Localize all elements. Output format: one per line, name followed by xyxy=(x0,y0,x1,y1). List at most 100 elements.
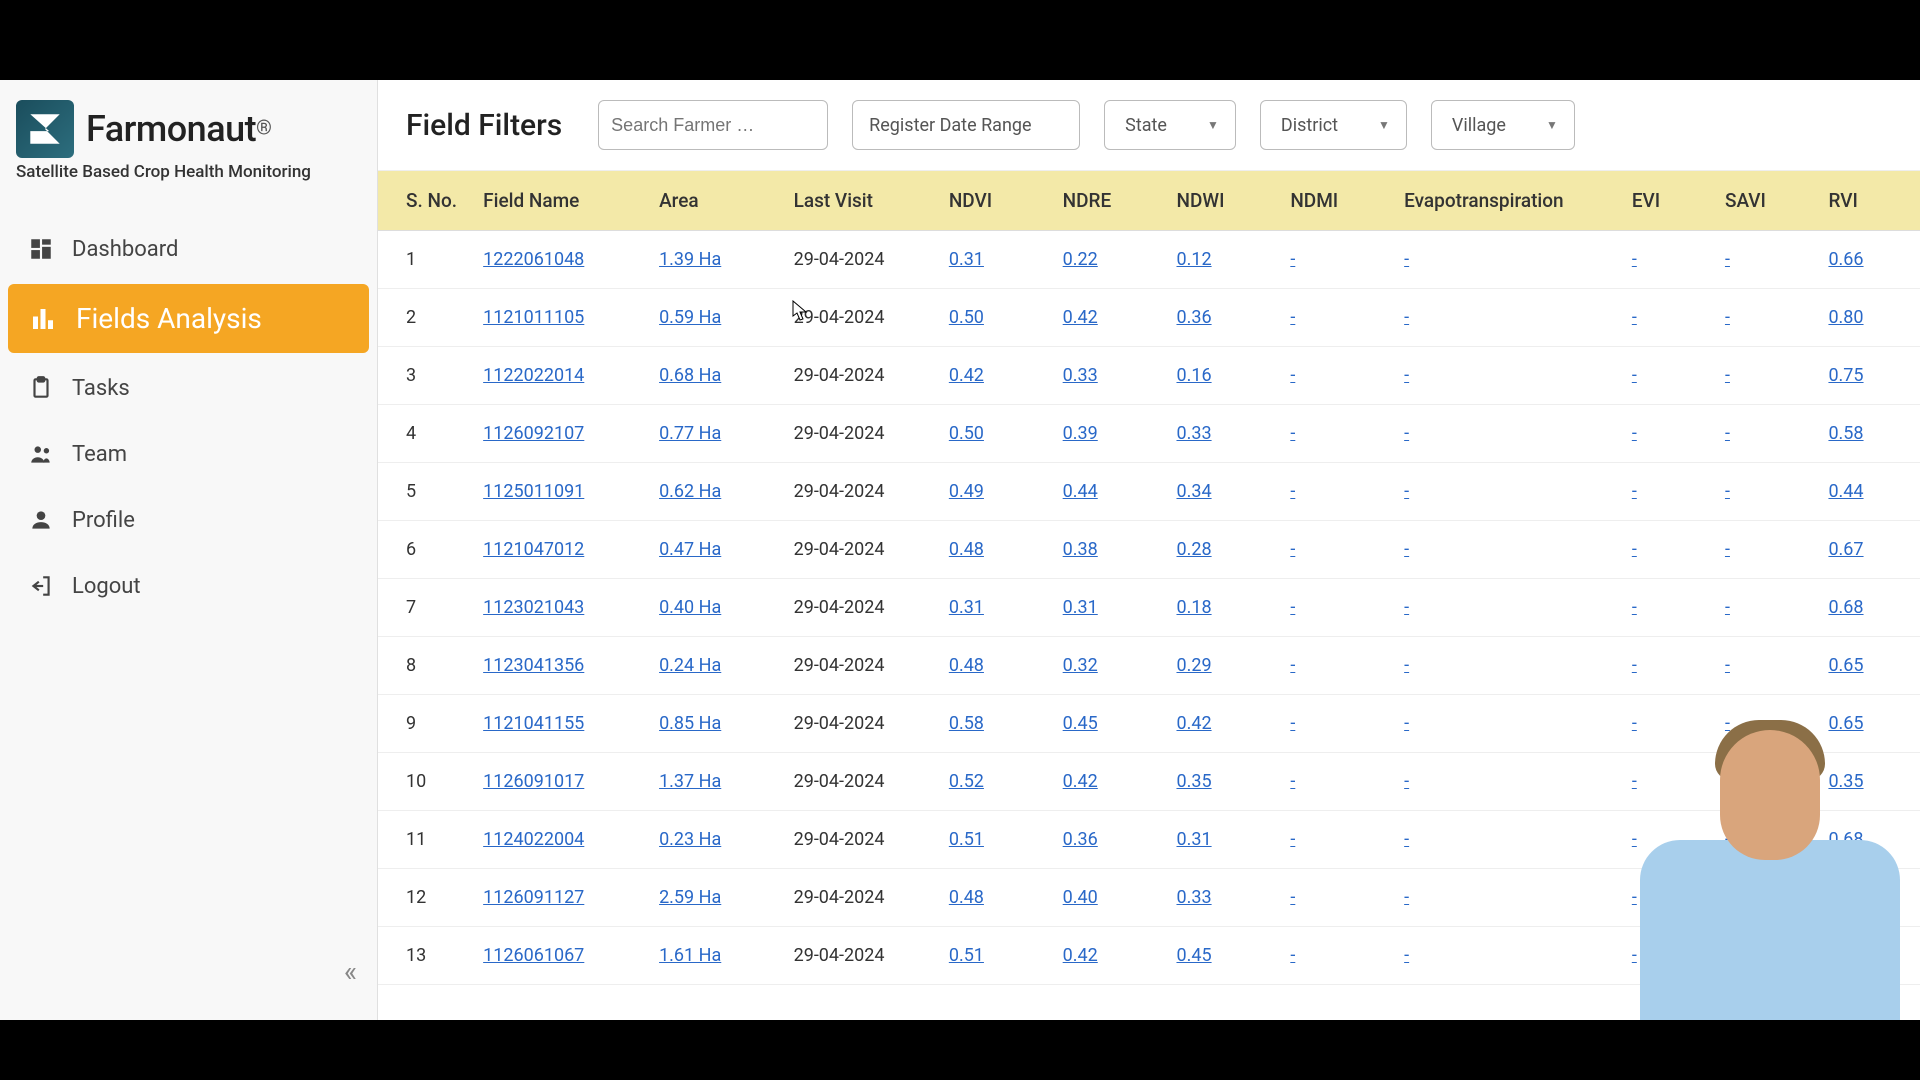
register-date-range-input[interactable]: Register Date Range xyxy=(852,100,1080,150)
cell-evi[interactable]: - xyxy=(1620,405,1713,463)
cell-evi[interactable]: - xyxy=(1620,289,1713,347)
cell-evapo[interactable]: - xyxy=(1392,521,1620,579)
cell-field-name[interactable]: 1121047012 xyxy=(471,521,647,579)
cell-ndmi[interactable]: - xyxy=(1278,637,1392,695)
district-dropdown[interactable]: District ▼ xyxy=(1260,100,1407,150)
cell-ndmi[interactable]: - xyxy=(1278,289,1392,347)
cell-field-name[interactable]: 1124022004 xyxy=(471,811,647,869)
cell-evapo[interactable]: - xyxy=(1392,405,1620,463)
cell-ndmi[interactable]: - xyxy=(1278,695,1392,753)
cell-ndre[interactable]: 0.44 xyxy=(1051,463,1165,521)
col-savi[interactable]: SAVI xyxy=(1713,171,1816,231)
sidebar-item-dashboard[interactable]: Dashboard xyxy=(8,218,369,280)
col-sno[interactable]: S. No. xyxy=(378,171,471,231)
cell-ndvi[interactable]: 0.51 xyxy=(937,927,1051,985)
cell-evapo[interactable]: - xyxy=(1392,579,1620,637)
cell-ndwi[interactable]: 0.33 xyxy=(1164,869,1278,927)
cell-evi[interactable]: - xyxy=(1620,521,1713,579)
col-ndvi[interactable]: NDVI xyxy=(937,171,1051,231)
cell-ndwi[interactable]: 0.16 xyxy=(1164,347,1278,405)
search-farmer-input[interactable] xyxy=(611,115,843,136)
cell-ndvi[interactable]: 0.48 xyxy=(937,521,1051,579)
cell-ndwi[interactable]: 0.12 xyxy=(1164,231,1278,289)
cell-ndre[interactable]: 0.33 xyxy=(1051,347,1165,405)
cell-rvi[interactable]: 0.67 xyxy=(1816,521,1920,579)
cell-evapo[interactable]: - xyxy=(1392,463,1620,521)
cell-evapo[interactable]: - xyxy=(1392,637,1620,695)
cell-ndwi[interactable]: 0.34 xyxy=(1164,463,1278,521)
cell-savi[interactable]: - xyxy=(1713,579,1816,637)
col-evapo[interactable]: Evapotranspiration xyxy=(1392,171,1620,231)
cell-evapo[interactable]: - xyxy=(1392,869,1620,927)
cell-rvi[interactable]: 0.80 xyxy=(1816,289,1920,347)
cell-area[interactable]: 0.47 Ha xyxy=(647,521,782,579)
col-ndre[interactable]: NDRE xyxy=(1051,171,1165,231)
col-area[interactable]: Area xyxy=(647,171,782,231)
cell-ndmi[interactable]: - xyxy=(1278,231,1392,289)
cell-ndwi[interactable]: 0.28 xyxy=(1164,521,1278,579)
cell-field-name[interactable]: 1125011091 xyxy=(471,463,647,521)
cell-ndvi[interactable]: 0.31 xyxy=(937,231,1051,289)
cell-rvi[interactable]: 0.44 xyxy=(1816,463,1920,521)
cell-evapo[interactable]: - xyxy=(1392,231,1620,289)
cell-area[interactable]: 1.39 Ha xyxy=(647,231,782,289)
cell-ndvi[interactable]: 0.52 xyxy=(937,753,1051,811)
cell-ndwi[interactable]: 0.29 xyxy=(1164,637,1278,695)
cell-ndvi[interactable]: 0.48 xyxy=(937,637,1051,695)
cell-ndmi[interactable]: - xyxy=(1278,521,1392,579)
collapse-sidebar-button[interactable]: « xyxy=(0,943,377,1000)
cell-field-name[interactable]: 1123041356 xyxy=(471,637,647,695)
sidebar-item-team[interactable]: Team xyxy=(8,423,369,485)
cell-ndmi[interactable]: - xyxy=(1278,927,1392,985)
cell-field-name[interactable]: 1222061048 xyxy=(471,231,647,289)
cell-ndmi[interactable]: - xyxy=(1278,463,1392,521)
cell-ndre[interactable]: 0.32 xyxy=(1051,637,1165,695)
cell-savi[interactable]: - xyxy=(1713,521,1816,579)
cell-evi[interactable]: - xyxy=(1620,579,1713,637)
cell-evi[interactable]: - xyxy=(1620,637,1713,695)
cell-ndvi[interactable]: 0.49 xyxy=(937,463,1051,521)
cell-evapo[interactable]: - xyxy=(1392,811,1620,869)
cell-evi[interactable]: - xyxy=(1620,463,1713,521)
cell-ndre[interactable]: 0.42 xyxy=(1051,927,1165,985)
cell-savi[interactable]: - xyxy=(1713,637,1816,695)
cell-area[interactable]: 1.37 Ha xyxy=(647,753,782,811)
cell-ndmi[interactable]: - xyxy=(1278,811,1392,869)
cell-savi[interactable]: - xyxy=(1713,289,1816,347)
cell-ndvi[interactable]: 0.50 xyxy=(937,405,1051,463)
cell-field-name[interactable]: 1122022014 xyxy=(471,347,647,405)
col-evi[interactable]: EVI xyxy=(1620,171,1713,231)
cell-ndwi[interactable]: 0.18 xyxy=(1164,579,1278,637)
cell-field-name[interactable]: 1126092107 xyxy=(471,405,647,463)
cell-ndwi[interactable]: 0.35 xyxy=(1164,753,1278,811)
cell-area[interactable]: 0.24 Ha xyxy=(647,637,782,695)
sidebar-item-profile[interactable]: Profile xyxy=(8,489,369,551)
cell-evapo[interactable]: - xyxy=(1392,289,1620,347)
cell-ndre[interactable]: 0.22 xyxy=(1051,231,1165,289)
cell-field-name[interactable]: 1126091017 xyxy=(471,753,647,811)
cell-field-name[interactable]: 1126061067 xyxy=(471,927,647,985)
cell-area[interactable]: 0.62 Ha xyxy=(647,463,782,521)
cell-field-name[interactable]: 1126091127 xyxy=(471,869,647,927)
cell-evapo[interactable]: - xyxy=(1392,347,1620,405)
cell-area[interactable]: 0.77 Ha xyxy=(647,405,782,463)
col-rvi[interactable]: RVI xyxy=(1816,171,1920,231)
cell-ndmi[interactable]: - xyxy=(1278,753,1392,811)
cell-savi[interactable]: - xyxy=(1713,405,1816,463)
cell-ndwi[interactable]: 0.42 xyxy=(1164,695,1278,753)
cell-ndmi[interactable]: - xyxy=(1278,347,1392,405)
sidebar-item-fields-analysis[interactable]: Fields Analysis xyxy=(8,284,369,353)
col-last-visit[interactable]: Last Visit xyxy=(782,171,937,231)
cell-ndvi[interactable]: 0.48 xyxy=(937,869,1051,927)
cell-rvi[interactable]: 0.68 xyxy=(1816,579,1920,637)
cell-field-name[interactable]: 1121041155 xyxy=(471,695,647,753)
search-farmer-box[interactable] xyxy=(598,100,828,150)
cell-field-name[interactable]: 1121011105 xyxy=(471,289,647,347)
cell-rvi[interactable]: 0.65 xyxy=(1816,637,1920,695)
col-field-name[interactable]: Field Name xyxy=(471,171,647,231)
cell-ndwi[interactable]: 0.33 xyxy=(1164,405,1278,463)
cell-ndmi[interactable]: - xyxy=(1278,405,1392,463)
cell-ndvi[interactable]: 0.50 xyxy=(937,289,1051,347)
cell-savi[interactable]: - xyxy=(1713,463,1816,521)
cell-ndwi[interactable]: 0.31 xyxy=(1164,811,1278,869)
